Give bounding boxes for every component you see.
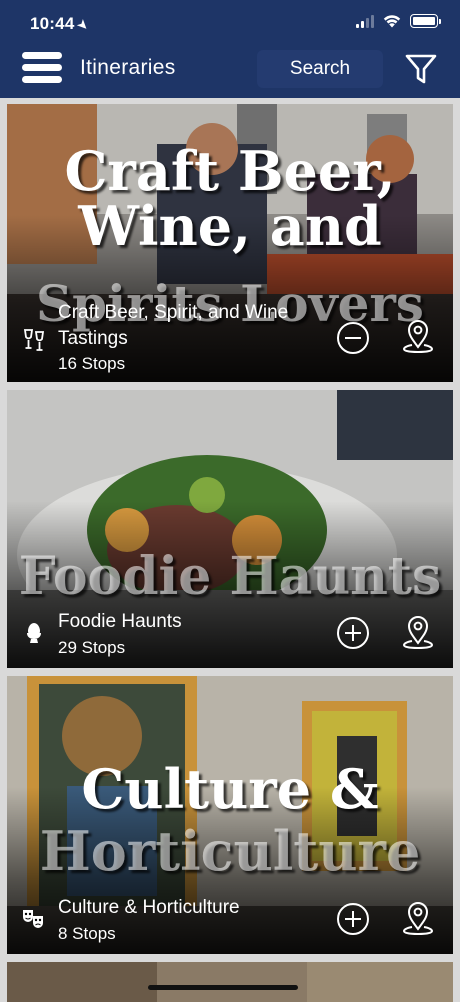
home-indicator[interactable] [148,985,298,990]
status-indicators [356,14,441,28]
add-itinerary-button[interactable] [337,617,369,649]
itinerary-list[interactable]: Craft Beer, Wine, and Spirits Lovers Cra… [0,98,460,1002]
filter-icon[interactable] [404,52,438,86]
map-pin-icon[interactable] [400,900,436,936]
itinerary-card-partial[interactable] [7,962,453,1002]
egg-cup-icon [21,620,47,646]
map-pin-icon[interactable] [400,318,436,354]
card-stop-count: 29 Stops [58,638,126,657]
status-time: 10:44➤ [30,14,93,34]
card-name: Culture & Horticulture [58,897,240,918]
card-stop-count: 16 Stops [58,354,126,373]
card-hero-line: Wine, and [78,194,382,259]
card-name: Craft Beer, Spirit, and Wine Tastings [58,302,289,349]
card-hero-line: Culture & [81,757,379,821]
theater-masks-icon [21,906,47,932]
status-time-text: 10:44 [30,14,75,33]
itinerary-card-craft-beer[interactable]: Craft Beer, Wine, and Spirits Lovers Cra… [7,104,453,382]
itinerary-card-foodie-haunts[interactable]: Foodie Haunts Foodie Haunts 29 Stops [7,390,453,668]
remove-itinerary-button[interactable] [337,322,369,354]
itinerary-card-culture-horticulture[interactable]: Culture & Horticulture Culture & Horticu… [7,676,453,954]
cellular-signal-icon [356,14,374,28]
add-itinerary-button[interactable] [337,903,369,935]
card-hero-line: Horticulture [39,819,421,883]
card-hero-title: Craft Beer, Wine, and [7,139,453,259]
card-hero-line: Foodie Haunts [18,546,442,607]
search-button[interactable]: Search [257,50,383,88]
battery-icon [410,14,441,28]
location-arrow-icon: ➤ [75,16,93,34]
card-photo-partial [7,962,453,1002]
app-header: Itineraries Search [0,46,460,98]
card-name: Foodie Haunts [58,611,182,632]
hamburger-menu-icon[interactable] [22,50,62,86]
status-bar: 10:44➤ [0,0,460,46]
card-stop-count: 8 Stops [58,924,116,943]
search-label: Search [289,58,351,79]
wine-glasses-icon [21,327,47,353]
wifi-icon [382,14,402,28]
page-title: Itineraries [80,56,176,79]
card-hero-line: Craft Beer, [64,139,396,203]
map-pin-icon[interactable] [400,614,436,650]
